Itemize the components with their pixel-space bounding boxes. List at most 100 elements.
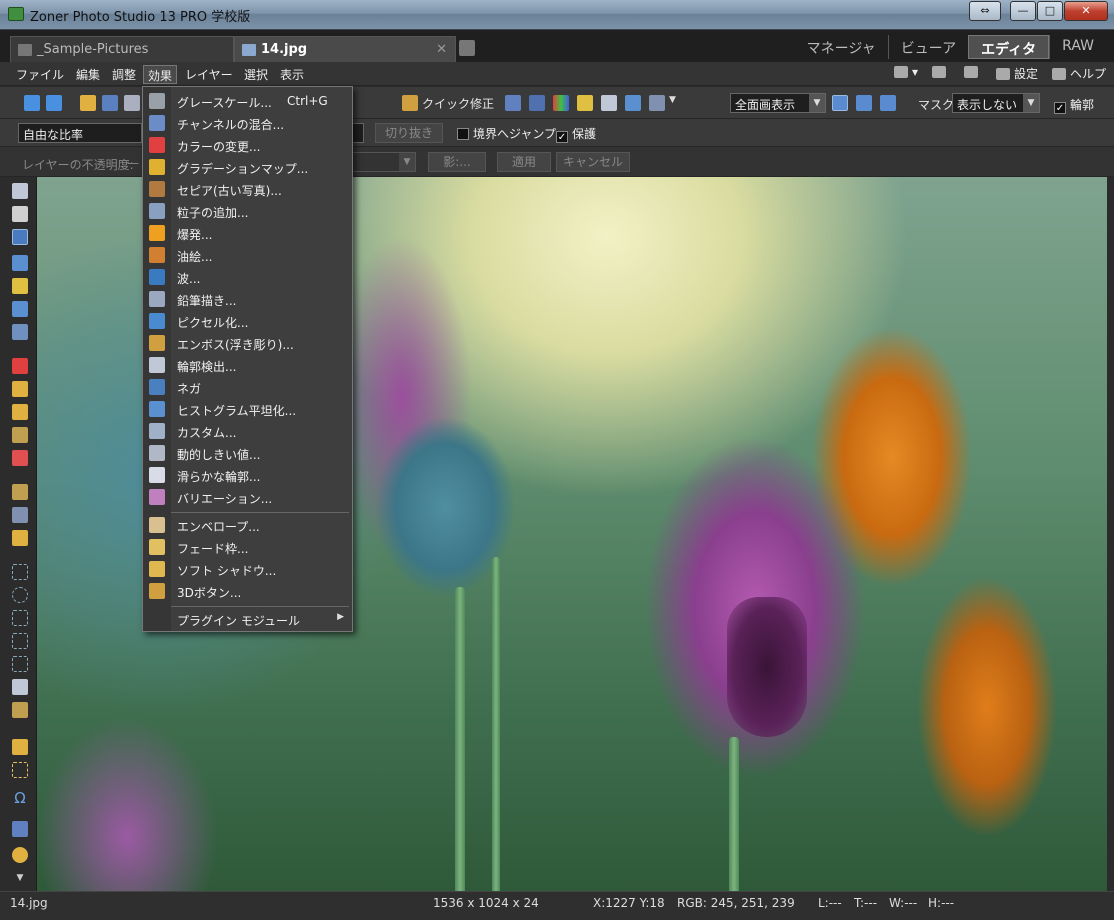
jump-to-edge-checkbox[interactable]: 境界へジャンプ bbox=[457, 125, 556, 142]
fill-icon[interactable] bbox=[12, 507, 28, 523]
histogram-icon[interactable] bbox=[529, 95, 545, 111]
image-options-icon[interactable]: ▾ bbox=[893, 65, 918, 82]
effects-menu-item[interactable]: グラデーションマップ... bbox=[143, 156, 352, 178]
effects-menu-item[interactable]: ソフト シャドウ... bbox=[143, 558, 352, 580]
effects-menu-item[interactable]: ヒストグラム平坦化... bbox=[143, 398, 352, 420]
hand-icon[interactable] bbox=[12, 206, 28, 222]
zoom-icon[interactable] bbox=[12, 183, 28, 199]
restore-layout-button[interactable]: ⇔ bbox=[969, 1, 1001, 21]
mask-select[interactable]: 表示しない ▼ bbox=[952, 93, 1040, 113]
brush-icon[interactable] bbox=[12, 484, 28, 500]
ellipse-select-icon[interactable] bbox=[12, 587, 28, 603]
save-icon[interactable] bbox=[102, 95, 118, 111]
effects-menu-item[interactable]: 鉛筆描き... bbox=[143, 288, 352, 310]
effects-menu-item[interactable]: カラーの変更... bbox=[143, 134, 352, 156]
rainbow-icon[interactable] bbox=[553, 95, 569, 111]
tab-14-jpg[interactable]: 14.jpg ✕ bbox=[234, 36, 456, 62]
effects-menu-item[interactable]: 輪郭検出... bbox=[143, 354, 352, 376]
polygon-lasso-icon[interactable] bbox=[12, 633, 28, 649]
mode-tab-raw[interactable]: RAW bbox=[1049, 35, 1106, 59]
account-icon[interactable] bbox=[963, 65, 982, 82]
menu-adjust[interactable]: 調整 bbox=[108, 65, 140, 84]
menu-select[interactable]: 選択 bbox=[240, 65, 272, 84]
close-button[interactable]: ✕ bbox=[1064, 1, 1108, 21]
effects-menu-item[interactable]: ネガ bbox=[143, 376, 352, 398]
image-icon[interactable] bbox=[625, 95, 641, 111]
magnetic-lasso-icon[interactable] bbox=[12, 656, 28, 672]
rect-select-icon[interactable] bbox=[12, 564, 28, 580]
symbol-icon[interactable]: Ω bbox=[12, 789, 28, 807]
effects-menu-item[interactable]: 動的しきい値... bbox=[143, 442, 352, 464]
back-arrow-icon[interactable] bbox=[24, 95, 40, 111]
mode-tab-editor[interactable]: エディタ bbox=[968, 35, 1050, 59]
repair-icon[interactable] bbox=[12, 450, 28, 466]
forward-arrow-icon[interactable] bbox=[46, 95, 62, 111]
crop-icon[interactable] bbox=[12, 229, 28, 245]
effects-menu-item[interactable]: プラグイン モジュール ▶ bbox=[143, 608, 352, 630]
menu-effects[interactable]: 効果 bbox=[143, 65, 178, 84]
effects-menu-item[interactable]: チャンネルの混合... bbox=[143, 112, 352, 134]
chevron-down-icon[interactable]: ▼ bbox=[12, 873, 28, 889]
effects-menu-item[interactable]: 油絵... bbox=[143, 244, 352, 266]
help-button[interactable]: ヘルプ bbox=[1051, 65, 1106, 82]
ratio-spinner[interactable] bbox=[352, 123, 364, 143]
menu-file[interactable]: ファイル bbox=[12, 65, 68, 84]
fit-screen-icon[interactable] bbox=[832, 95, 848, 111]
shadow-button[interactable]: 影:... bbox=[428, 152, 486, 172]
effects-menu-item[interactable]: 粒子の追加... bbox=[143, 200, 352, 222]
transform-icon[interactable] bbox=[12, 324, 28, 340]
perspective-icon[interactable] bbox=[12, 278, 28, 294]
effects-menu-item[interactable]: エンベロープ... bbox=[143, 514, 352, 536]
effects-menu-item[interactable]: カスタム... bbox=[143, 420, 352, 442]
view-mode-select[interactable]: 全面画表示 ▼ bbox=[730, 93, 826, 113]
red-eye-icon[interactable] bbox=[12, 358, 28, 374]
tab-sample-pictures[interactable]: _Sample-Pictures bbox=[10, 36, 234, 62]
mode-tab-viewer[interactable]: ビューア bbox=[887, 35, 968, 59]
shape-icon[interactable] bbox=[12, 762, 28, 778]
effects-menu-item[interactable]: 3Dボタン... bbox=[143, 580, 352, 602]
tab-close-icon[interactable]: ✕ bbox=[436, 42, 447, 57]
panel-icon[interactable] bbox=[931, 65, 950, 82]
protect-checkbox[interactable]: ✓ 保護 bbox=[556, 125, 596, 143]
apply-button[interactable]: 適用 bbox=[497, 152, 551, 172]
clone-stamp-icon[interactable] bbox=[12, 381, 28, 397]
bulb-icon[interactable] bbox=[577, 95, 593, 111]
effects-menu-item[interactable]: セピア(古い写真)... bbox=[143, 178, 352, 200]
effects-menu-item[interactable]: フェード枠... bbox=[143, 536, 352, 558]
print-icon[interactable] bbox=[124, 95, 140, 111]
target-icon[interactable] bbox=[12, 847, 28, 863]
text-icon[interactable] bbox=[12, 739, 28, 755]
effects-menu-item[interactable]: ピクセル化... bbox=[143, 310, 352, 332]
mode-tab-manager[interactable]: マネージャ bbox=[795, 35, 888, 59]
blend-mode-select[interactable]: ▼ bbox=[352, 152, 416, 172]
fit-height-icon[interactable] bbox=[856, 95, 872, 111]
retouch-brush-icon[interactable] bbox=[12, 427, 28, 443]
healing-icon[interactable] bbox=[12, 404, 28, 420]
menu-view[interactable]: 表示 bbox=[276, 65, 308, 84]
sharpen-icon[interactable] bbox=[601, 95, 617, 111]
effects-menu-item[interactable]: 波... bbox=[143, 266, 352, 288]
resize-icon[interactable] bbox=[12, 301, 28, 317]
magic-wand-icon[interactable] bbox=[12, 679, 28, 695]
outline-checkbox[interactable]: ✓ 輪郭 bbox=[1054, 96, 1094, 114]
effects-menu-item[interactable]: 爆発... bbox=[143, 222, 352, 244]
effects-menu-item[interactable]: バリエーション... bbox=[143, 486, 352, 508]
minimize-button[interactable]: — bbox=[1010, 1, 1036, 21]
lasso-icon[interactable] bbox=[12, 610, 28, 626]
opacity-slider[interactable]: — bbox=[127, 156, 139, 170]
effects-menu-item[interactable]: エンボス(浮き彫り)... bbox=[143, 332, 352, 354]
open-folder-icon[interactable] bbox=[80, 95, 96, 111]
quick-fix-button[interactable]: クイック修正 bbox=[422, 95, 494, 112]
menu-edit[interactable]: 編集 bbox=[72, 65, 104, 84]
maximize-button[interactable]: □ bbox=[1037, 1, 1063, 21]
cancel-button[interactable]: キャンセル bbox=[556, 152, 630, 172]
printer-color-icon[interactable] bbox=[649, 95, 665, 111]
color-picker-icon[interactable] bbox=[12, 821, 28, 837]
crop-button[interactable]: 切り抜き bbox=[375, 123, 443, 143]
effects-menu-item[interactable]: グレースケール... Ctrl+G bbox=[143, 90, 352, 112]
selection-brush-icon[interactable] bbox=[12, 702, 28, 718]
levels-icon[interactable] bbox=[505, 95, 521, 111]
effects-menu-item[interactable]: 滑らかな輪郭... bbox=[143, 464, 352, 486]
straighten-icon[interactable] bbox=[12, 255, 28, 271]
menu-layer[interactable]: レイヤー bbox=[181, 65, 237, 84]
